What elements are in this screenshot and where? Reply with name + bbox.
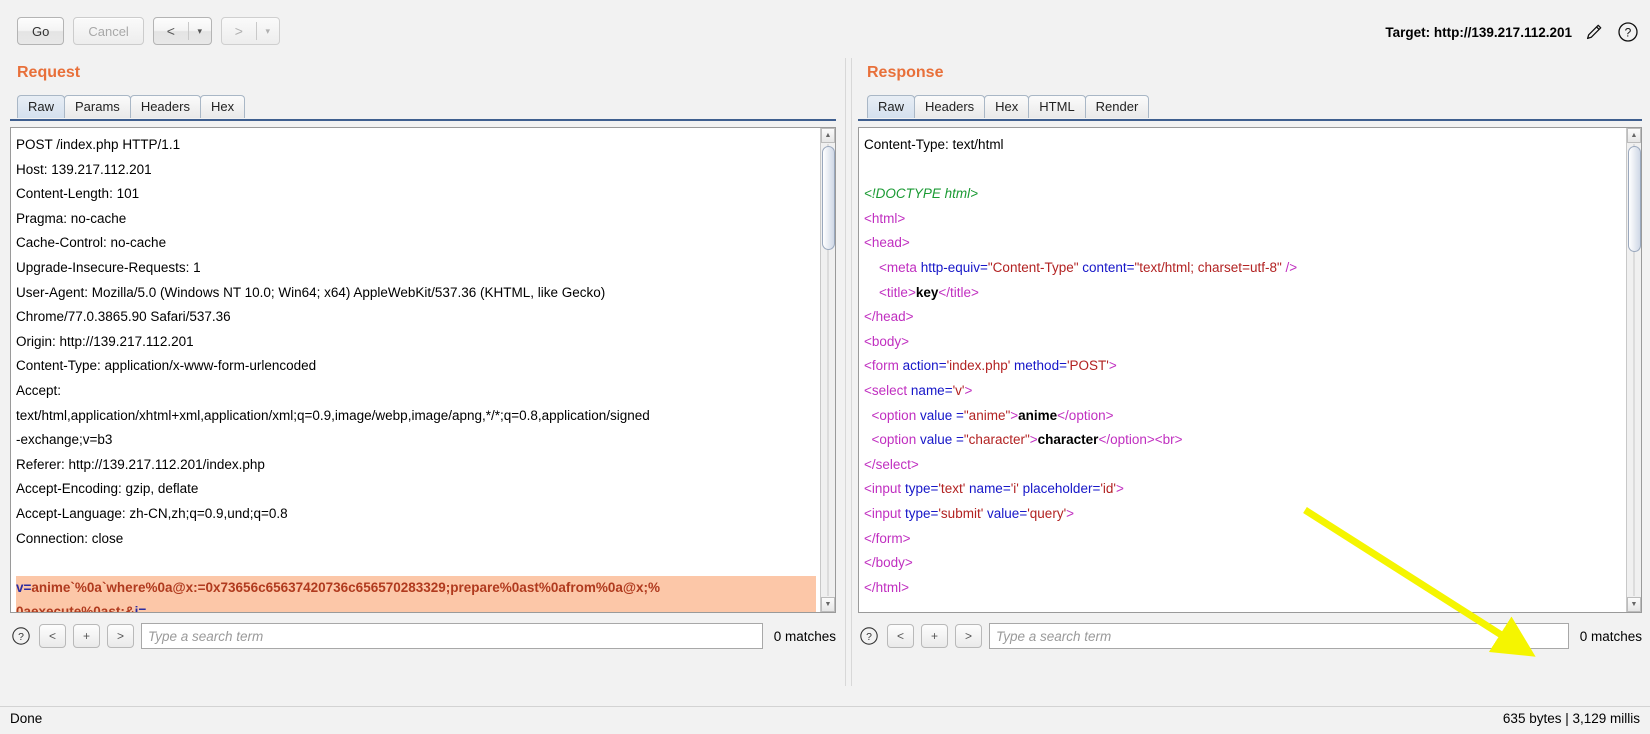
status-text: Done	[10, 711, 43, 726]
request-panel: Request Raw Params Headers Hex POST /ind…	[0, 58, 845, 686]
pencil-icon[interactable]	[1582, 20, 1606, 44]
response-match-count: 0 matches	[1579, 628, 1642, 644]
svg-text:?: ?	[866, 632, 872, 643]
search-add-button[interactable]: +	[921, 624, 948, 648]
scroll-down-icon[interactable]: ▼	[1627, 597, 1641, 612]
response-editor-scrollbar[interactable]: ▲ ▼	[1626, 128, 1641, 612]
search-prev-button[interactable]: <	[39, 624, 66, 648]
tab-response-html[interactable]: HTML	[1028, 95, 1086, 118]
search-prev-button[interactable]: <	[887, 624, 914, 648]
response-tab-underline	[858, 119, 1642, 121]
request-panel-title: Request	[17, 64, 81, 81]
request-search-bar: ? < + > 0 matches	[10, 621, 836, 651]
tab-response-hex[interactable]: Hex	[984, 95, 1030, 118]
tab-request-params[interactable]: Params	[64, 95, 131, 118]
question-icon[interactable]: ?	[1616, 20, 1640, 44]
forward-dropdown-chevron-down-icon[interactable]: ▾	[257, 18, 279, 44]
request-search-input[interactable]	[141, 623, 763, 649]
response-stats: 635 bytes | 3,129 millis	[1502, 711, 1640, 726]
request-raw-text[interactable]: POST /index.php HTTP/1.1 Host: 139.217.11…	[11, 128, 820, 612]
response-search-bar: ? < + > 0 matches	[858, 621, 1642, 651]
response-panel-title: Response	[867, 64, 944, 81]
request-editor-scrollbar[interactable]: ▲ ▼	[820, 128, 835, 612]
tab-response-headers[interactable]: Headers	[914, 95, 986, 118]
svg-text:?: ?	[18, 632, 24, 643]
tab-request-raw[interactable]: Raw	[17, 95, 66, 118]
response-search-input[interactable]	[989, 623, 1569, 649]
back-split-button[interactable]: < ▾	[152, 17, 212, 45]
search-add-button[interactable]: +	[73, 624, 100, 648]
scrollbar-thumb[interactable]	[822, 146, 835, 250]
go-button[interactable]: Go	[17, 17, 65, 45]
toolbar-target-group: Target: http://139.217.112.201 ?	[1385, 20, 1640, 44]
search-next-button[interactable]: >	[955, 624, 982, 648]
scrollbar-thumb[interactable]	[1628, 146, 1641, 252]
forward-split-button[interactable]: > ▾	[220, 17, 280, 45]
forward-arrow-icon[interactable]: >	[222, 18, 256, 44]
svg-text:?: ?	[1625, 26, 1632, 40]
question-icon[interactable]: ?	[858, 625, 880, 647]
request-tabstrip: Raw Params Headers Hex	[17, 95, 246, 118]
tab-response-raw[interactable]: Raw	[867, 95, 916, 118]
scroll-up-icon[interactable]: ▲	[821, 128, 835, 143]
question-icon[interactable]: ?	[10, 625, 32, 647]
tab-response-render[interactable]: Render	[1084, 95, 1150, 118]
response-tabstrip: Raw Headers Hex HTML Render	[867, 95, 1150, 118]
request-tab-underline	[10, 119, 836, 121]
back-arrow-icon[interactable]: <	[154, 18, 188, 44]
cancel-button[interactable]: Cancel	[73, 17, 144, 45]
target-label: Target: http://139.217.112.201	[1385, 24, 1572, 40]
top-toolbar: Go Cancel < ▾ > ▾ Target: http://139.217…	[0, 0, 1650, 58]
back-dropdown-chevron-down-icon[interactable]: ▾	[189, 18, 211, 44]
response-panel: Response Raw Headers Hex HTML Render Con…	[852, 58, 1650, 686]
toolbar-button-group: Go Cancel < ▾ > ▾	[17, 17, 280, 45]
search-next-button[interactable]: >	[107, 624, 134, 648]
scroll-up-icon[interactable]: ▲	[1627, 128, 1641, 143]
request-editor[interactable]: POST /index.php HTTP/1.1 Host: 139.217.11…	[10, 127, 836, 613]
request-match-count: 0 matches	[773, 628, 836, 644]
response-raw-text[interactable]: Content-Type: text/html <!DOCTYPE html> <h…	[859, 128, 1626, 612]
status-bar: Done 635 bytes | 3,129 millis	[0, 706, 1650, 734]
panel-splitter[interactable]	[845, 58, 852, 686]
burp-repeater-window: Go Cancel < ▾ > ▾ Target: http://139.217…	[0, 0, 1650, 734]
scroll-down-icon[interactable]: ▼	[821, 597, 835, 612]
response-editor[interactable]: Content-Type: text/html <!DOCTYPE html> <h…	[858, 127, 1642, 613]
tab-request-headers[interactable]: Headers	[129, 95, 201, 118]
tab-request-hex[interactable]: Hex	[199, 95, 246, 118]
